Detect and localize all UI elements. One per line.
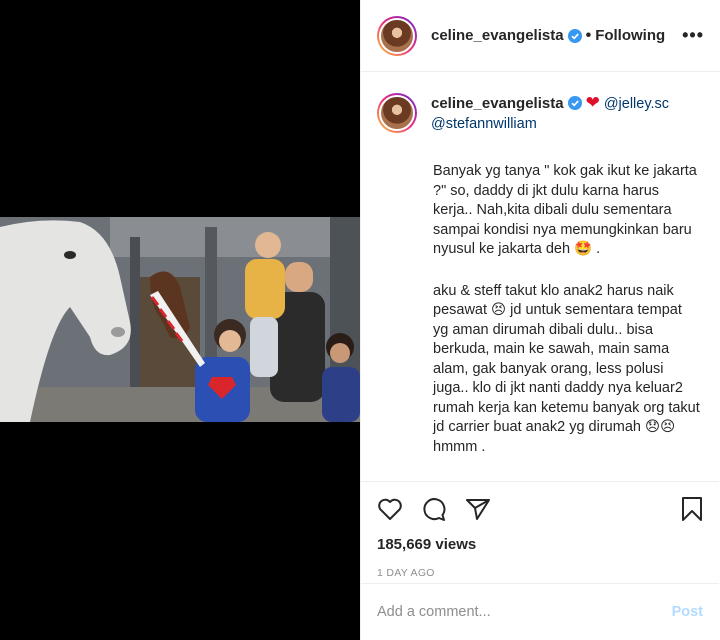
- verified-badge-icon: [567, 96, 582, 110]
- speech-bubble-icon[interactable]: [421, 496, 447, 522]
- comment-input[interactable]: [377, 604, 672, 620]
- action-icons: [377, 494, 703, 524]
- mention-link[interactable]: @stefannwilliam: [431, 116, 537, 132]
- caption-paragraph: Banyak yg tanya " kok gak ikut ke jakart…: [433, 163, 701, 257]
- avatar[interactable]: [377, 15, 417, 56]
- post-date[interactable]: 1 DAY AGO: [377, 567, 703, 579]
- comment-bar: Post: [361, 583, 719, 640]
- separator-dot: •: [585, 26, 592, 44]
- caption-paragraph: aku & steff takut klo anak2 harus naik p…: [433, 282, 704, 455]
- actions-section: 185,669 views 1 DAY AGO: [361, 481, 719, 579]
- caption-username[interactable]: celine_evangelista: [431, 95, 564, 112]
- red-heart-emoji-icon: ❤: [585, 93, 600, 112]
- mention-link[interactable]: @jelley.sc: [604, 96, 669, 112]
- bookmark-icon[interactable]: [681, 496, 703, 522]
- post-comment-button[interactable]: Post: [672, 604, 703, 620]
- heart-outline-icon[interactable]: [377, 497, 403, 521]
- following-button[interactable]: Following: [595, 27, 665, 44]
- verified-badge-icon: [567, 28, 582, 43]
- post-photo[interactable]: [0, 217, 360, 422]
- view-count[interactable]: 185,669 views: [377, 536, 703, 553]
- avatar[interactable]: [377, 93, 417, 133]
- caption-area: celine_evangelista ❤ @jelley.sc @stefannwi…: [361, 73, 719, 481]
- paper-plane-icon[interactable]: [465, 497, 491, 521]
- post-media-area: [0, 0, 360, 640]
- more-options-icon[interactable]: •••: [682, 25, 704, 46]
- header-username[interactable]: celine_evangelista: [431, 27, 564, 44]
- caption-header: celine_evangelista ❤ @jelley.sc @stefannwi…: [431, 93, 701, 134]
- post-header: celine_evangelista • Following •••: [361, 0, 720, 72]
- post-detail-panel: celine_evangelista • Following ••• celin…: [360, 0, 720, 640]
